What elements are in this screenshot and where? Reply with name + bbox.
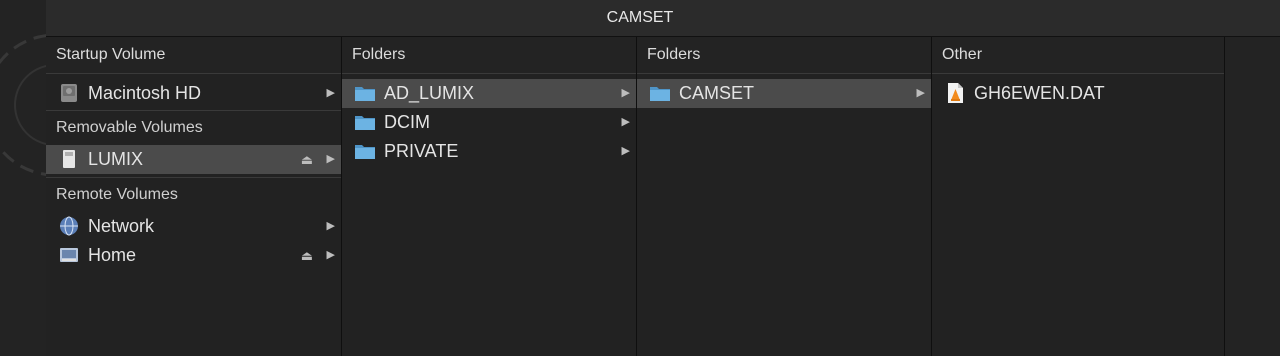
folder-item-private[interactable]: PRIVATE ▶ [342, 137, 636, 166]
eject-icon[interactable]: ⏏ [301, 145, 313, 174]
folders-column-1: Folders AD_LUMIX ▶ DCIM ▶ PRIVATE ▶ [342, 37, 637, 356]
folder-label: PRIVATE [384, 141, 459, 161]
background-gear-icon [0, 34, 46, 176]
sidebar-item-label: LUMIX [88, 149, 144, 169]
chevron-right-icon: ▶ [326, 249, 335, 261]
sidebar-column: Startup Volume Macintosh HD ▶ Removable … [46, 37, 342, 356]
home-drive-icon [60, 248, 78, 262]
folder-icon [355, 145, 375, 159]
network-globe-icon [60, 216, 78, 236]
folder-icon [650, 87, 670, 101]
folder-item-ad-lumix[interactable]: AD_LUMIX ▶ [342, 79, 636, 108]
section-header-remote: Remote Volumes [56, 186, 178, 203]
section-header-startup: Startup Volume [46, 37, 341, 74]
file-item-gh6ewen[interactable]: GH6EWEN.DAT [932, 79, 1224, 108]
sidebar-item-label: Home [88, 245, 137, 265]
empty-column-area [1225, 37, 1280, 356]
sidebar-item-label: Macintosh HD [88, 83, 202, 103]
folder-label: AD_LUMIX [384, 83, 475, 103]
column-header: Folders [637, 37, 931, 74]
desktop-background [0, 0, 46, 356]
sd-card-icon [63, 150, 75, 168]
sidebar-item-home[interactable]: Home ⏏ ▶ [46, 241, 341, 270]
sidebar-item-label: Network [88, 216, 155, 236]
window-titlebar: CAMSET [0, 0, 1280, 37]
column-header: Other [932, 37, 1224, 74]
hard-drive-icon [61, 84, 77, 102]
column-header: Folders [342, 37, 636, 74]
chevron-right-icon: ▶ [621, 87, 630, 99]
folder-label: CAMSET [679, 83, 755, 103]
file-label: GH6EWEN.DAT [974, 83, 1105, 103]
sidebar-item-lumix[interactable]: LUMIX ⏏ ▶ [46, 145, 341, 174]
other-column: Other GH6EWEN.DAT [932, 37, 1225, 356]
folders-column-2: Folders CAMSET ▶ [637, 37, 932, 356]
chevron-right-icon: ▶ [621, 145, 630, 157]
chevron-right-icon: ▶ [326, 87, 335, 99]
folder-icon [355, 87, 375, 101]
vlc-file-icon [948, 83, 963, 103]
folder-label: DCIM [384, 112, 430, 132]
folder-icon [355, 116, 375, 130]
section-header-removable: Removable Volumes [56, 119, 203, 136]
chevron-right-icon: ▶ [916, 87, 925, 99]
folder-item-dcim[interactable]: DCIM ▶ [342, 108, 636, 137]
chevron-right-icon: ▶ [326, 220, 335, 232]
window-title: CAMSET [606, 9, 674, 26]
sidebar-item-macintosh-hd[interactable]: Macintosh HD ▶ [46, 79, 341, 108]
folder-item-camset[interactable]: CAMSET ▶ [637, 79, 931, 108]
eject-icon[interactable]: ⏏ [301, 241, 313, 270]
chevron-right-icon: ▶ [621, 116, 630, 128]
chevron-right-icon: ▶ [326, 153, 335, 165]
sidebar-item-network[interactable]: Network ▶ [46, 212, 341, 241]
